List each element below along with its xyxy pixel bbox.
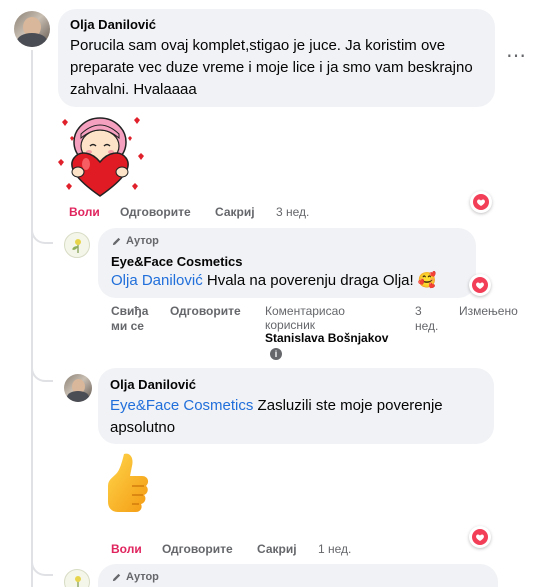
comment-author[interactable]: Eye&Face Cosmetics	[111, 254, 243, 269]
commented-by-name[interactable]: Stanislava Bošnjakov	[265, 331, 388, 345]
comment-author[interactable]: Olja Danilović	[70, 17, 156, 32]
reply-button[interactable]: Одговорите	[170, 304, 241, 318]
avatar[interactable]	[64, 374, 92, 402]
mention-link[interactable]: Olja Danilović	[111, 272, 203, 289]
thread-connector	[31, 556, 53, 576]
heart-icon	[472, 277, 488, 293]
comment-bubble: Olja Danilović Porucila sam ovaj komplet…	[58, 9, 495, 107]
author-badge-label: Аутор	[126, 235, 159, 247]
mention-link[interactable]: Eye&Face Cosmetics	[110, 397, 253, 414]
thumbs-up-sticker	[104, 448, 150, 528]
author-badge: Аутор	[111, 235, 159, 247]
flower-logo-icon	[75, 576, 81, 587]
love-reaction-badge[interactable]	[470, 191, 492, 213]
author-badge-label: Аутор	[126, 571, 159, 583]
like-button[interactable]: Свиђа ми се	[111, 304, 157, 334]
comment-bubble: Olja Danilović Eye&Face Cosmetics Zasluz…	[98, 368, 494, 444]
comment-bubble: Аутор	[98, 564, 498, 587]
reply-button[interactable]: Одговорите	[120, 205, 191, 219]
love-reaction-badge[interactable]	[469, 274, 491, 296]
comment-time[interactable]: 3 нед.	[276, 205, 309, 219]
page-avatar[interactable]	[64, 232, 90, 258]
girl-heart-sticker	[56, 112, 144, 200]
heart-icon	[472, 529, 488, 545]
comment-text: Eye&Face Cosmetics Zasluzili ste moje po…	[110, 395, 485, 439]
flower-logo-icon	[72, 239, 81, 253]
thread-connector	[31, 224, 53, 244]
comment-text-content: Hvala na poverenju draga Olja! 🥰	[202, 272, 437, 289]
hide-button[interactable]: Сакриј	[257, 542, 297, 556]
comment-author[interactable]: Olja Danilović	[110, 377, 196, 392]
comment-time[interactable]: 3 нед.	[415, 304, 441, 334]
hide-button[interactable]: Сакриј	[215, 205, 255, 219]
heart-icon	[473, 194, 489, 210]
pencil-icon	[112, 573, 121, 581]
thread-connector	[31, 362, 53, 382]
commented-by-label: Коментарисао корисник	[265, 304, 345, 332]
avatar[interactable]	[14, 11, 50, 47]
comment-text: Porucila sam ovaj komplet,stigao je juce…	[70, 37, 473, 98]
pencil-icon	[112, 237, 121, 245]
like-button[interactable]: Воли	[111, 542, 142, 556]
thread-line	[31, 50, 33, 587]
more-options-icon[interactable]: ⋯	[506, 46, 526, 68]
like-button[interactable]: Воли	[69, 205, 100, 219]
author-badge: Аутор	[111, 571, 159, 583]
info-icon[interactable]: i	[270, 348, 282, 360]
comment-bubble: Аутор Eye&Face Cosmetics Olja Danilović …	[98, 228, 476, 298]
page-avatar[interactable]	[64, 569, 90, 587]
love-reaction-badge[interactable]	[469, 526, 491, 548]
reply-button[interactable]: Одговорите	[162, 542, 233, 556]
comment-text: Olja Danilović Hvala na poverenju draga …	[111, 270, 437, 292]
edited-label: Измењено	[459, 304, 518, 318]
comment-time[interactable]: 1 нед.	[318, 542, 351, 556]
